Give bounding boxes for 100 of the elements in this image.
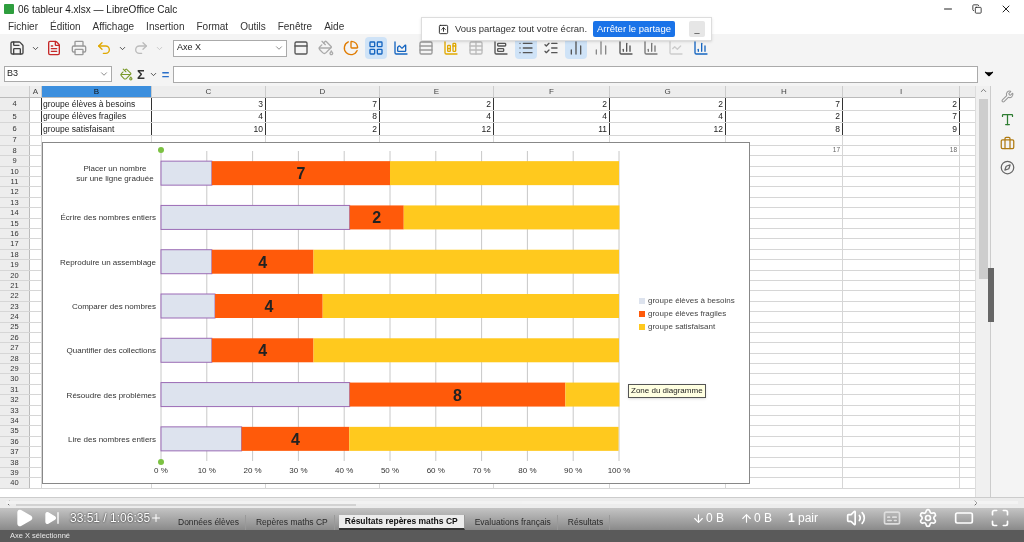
sum-button[interactable]: Σ (137, 67, 145, 81)
name-box[interactable]: B3 (4, 66, 112, 82)
cell-text: 8 (372, 112, 377, 121)
peer-count: 1 pair (787, 510, 818, 527)
cell-text: 2 (602, 99, 607, 108)
cell-text: 7 (952, 112, 957, 121)
add-sheet-icon[interactable] (150, 512, 162, 524)
sheet-tab[interactable]: Résultats repères maths CP (338, 515, 465, 530)
hide-button[interactable]: _ (689, 21, 705, 37)
sidebar-handle[interactable] (988, 268, 994, 322)
axis-tick-label: 100 % (607, 466, 631, 475)
axis-tick-label: 50 % (380, 466, 400, 475)
column-header[interactable]: B (42, 86, 152, 97)
data-label: 2 (372, 209, 382, 227)
axis-tick-label: 60 % (426, 466, 445, 475)
dropdown-icon[interactable] (99, 69, 109, 79)
wrench-icon[interactable] (1001, 90, 1014, 103)
menu-item[interactable]: Édition (50, 18, 81, 34)
cell-text: 12 (713, 124, 723, 133)
column-header[interactable]: F (494, 86, 610, 97)
data-label: 4 (258, 253, 268, 271)
share-screen-icon (438, 23, 449, 35)
window-title: 06 tableur 4.xlsx — LibreOffice Calc (18, 2, 178, 17)
axis-handle[interactable] (158, 147, 164, 153)
scroll-up-icon[interactable] (978, 86, 988, 95)
play-icon[interactable] (14, 508, 34, 528)
data-label: 4 (258, 342, 268, 360)
dropdown-icon[interactable] (274, 43, 284, 53)
cell-text: 2 (952, 99, 957, 108)
fullscreen-icon[interactable] (990, 508, 1010, 528)
formula-input[interactable] (173, 65, 978, 83)
stop-sharing-button[interactable]: Arrêter le partage (593, 21, 675, 37)
column-header[interactable]: H (726, 86, 843, 97)
menu-item[interactable]: Aide (324, 18, 345, 34)
category-label: Résoudre des problèmes (66, 390, 156, 400)
cell-text: 2 (372, 124, 377, 133)
menu-item[interactable]: Outils (240, 18, 266, 34)
cell-text: 4 (718, 112, 723, 121)
legend-label: groupe élèves à besoins (648, 295, 735, 307)
data-label: 7 (296, 165, 306, 183)
data-label: 4 (264, 298, 274, 315)
text-icon[interactable] (1000, 112, 1015, 127)
chart-area[interactable] (42, 142, 750, 484)
category-label: Quantifier des collections (66, 346, 156, 356)
cell-text: 10 (253, 124, 263, 133)
data-label: 8 (453, 386, 462, 404)
scroll-right-icon[interactable] (972, 499, 980, 507)
menu-item[interactable]: Format (196, 18, 229, 34)
cell-text: 7 (835, 99, 840, 108)
captions-icon[interactable] (882, 508, 902, 528)
axis-tick-label: 70 % (472, 466, 491, 475)
legend-label: groupe élèves fragiles (648, 308, 727, 320)
vertical-scrollbar[interactable] (975, 86, 990, 497)
video-time: 33:51 / 1:06:35 (70, 510, 151, 527)
category-label: Placer un nombre sur une ligne graduée (76, 164, 154, 184)
column-header[interactable]: I (843, 86, 960, 97)
cell-text: 4 (258, 112, 263, 121)
restore-icon[interactable] (972, 4, 982, 14)
axis-tick-label: 80 % (518, 466, 537, 475)
cell-text: 2 (835, 112, 840, 121)
column-header[interactable]: G (610, 86, 726, 97)
axis-tick-label: 10 % (197, 466, 216, 475)
cell-text: groupe élèves fragiles (43, 112, 127, 121)
next-icon[interactable] (44, 510, 60, 526)
category-label: Lire des nombres entiers (67, 434, 156, 444)
menu-item[interactable]: Fenêtre (277, 18, 313, 34)
axis-tick-label: 20 % (243, 466, 262, 475)
menu-item[interactable]: Insertion (146, 18, 185, 34)
cell-text: groupe satisfaisant (43, 124, 115, 133)
cell-text: 8 (835, 124, 840, 133)
upload-speed: 0 B (753, 510, 772, 527)
upload-icon (739, 511, 753, 525)
cell-text: 2 (486, 99, 491, 108)
volume-icon[interactable] (846, 508, 866, 528)
axis-handle[interactable] (158, 459, 164, 465)
formula-button[interactable]: = (161, 67, 170, 81)
close-icon[interactable] (1000, 3, 1012, 15)
menu-item[interactable]: Affichage (92, 18, 135, 34)
cell-text: 3 (258, 99, 263, 108)
tooltip: Zone du diagramme (628, 384, 706, 398)
share-message: Vous partagez tout votre écran. (455, 21, 588, 36)
menu-item[interactable]: Fichier (8, 18, 38, 34)
category-label: Reproduire un assemblage (59, 257, 156, 267)
settings-icon[interactable] (918, 508, 938, 528)
compass-icon[interactable] (1000, 160, 1015, 175)
cell-text: 11 (598, 124, 607, 133)
grid-icon[interactable] (365, 37, 387, 59)
column-header[interactable]: C (152, 86, 266, 97)
cell-text: groupe élèves à besoins (43, 99, 136, 108)
column-header[interactable]: D (266, 86, 380, 97)
axis-tick-label: 90 % (564, 466, 583, 475)
cell-text: 4 (602, 112, 607, 121)
column-header[interactable]: E (380, 86, 494, 97)
legend-label: groupe satisfaisant (648, 321, 716, 333)
download-speed: 0 B (705, 510, 724, 527)
cell-text: 9 (952, 124, 957, 133)
chart-element-select[interactable]: Axe X (173, 39, 287, 57)
cell-text: 7 (372, 99, 377, 108)
briefcase-icon[interactable] (1000, 136, 1015, 151)
spreadsheet-icon (4, 4, 14, 14)
